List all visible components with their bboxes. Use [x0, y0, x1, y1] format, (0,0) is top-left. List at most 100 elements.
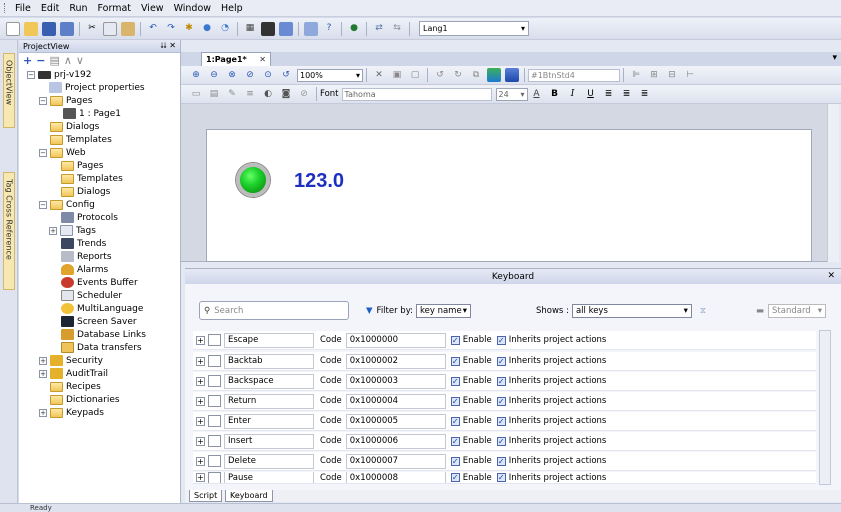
- key-name-field[interactable]: Escape: [224, 332, 314, 348]
- expand-icon[interactable]: +: [196, 473, 205, 482]
- key-name-field[interactable]: Enter: [224, 413, 314, 429]
- menu-file[interactable]: File: [10, 3, 36, 14]
- italic-icon[interactable]: I: [566, 87, 580, 101]
- key-image-icon[interactable]: [208, 355, 221, 367]
- zoom-height-icon[interactable]: ⊙: [261, 68, 275, 82]
- page-canvas[interactable]: [206, 129, 812, 262]
- monitor-icon[interactable]: [304, 21, 318, 36]
- tree-item-screen-saver[interactable]: Screen Saver: [61, 315, 137, 328]
- inherits-checkbox[interactable]: ✓: [496, 335, 506, 345]
- key-row[interactable]: + Backtab Code 0x1000002 ✓ Enable ✓ Inherits pr…: [193, 352, 816, 371]
- key-image-icon[interactable]: [208, 375, 221, 387]
- key-name-field[interactable]: Pause: [224, 472, 314, 483]
- underline-icon[interactable]: U: [584, 87, 598, 101]
- fill-color-icon[interactable]: [487, 68, 501, 82]
- style-select[interactable]: #1BtnStd4: [528, 68, 620, 82]
- key-row[interactable]: + Return Code 0x1000004 ✓ Enable ✓ Inherits pro…: [193, 392, 816, 411]
- copy-icon[interactable]: [103, 21, 117, 36]
- tree-item-dictionaries[interactable]: Dictionaries: [50, 393, 120, 406]
- key-code-field[interactable]: 0x1000008: [345, 472, 446, 483]
- undo-icon[interactable]: ↶: [146, 22, 160, 36]
- connect-icon[interactable]: ⇄: [372, 22, 386, 36]
- spacing-icon[interactable]: ⊢: [683, 68, 697, 82]
- tree-item-page1[interactable]: 1 : Page1: [63, 107, 121, 120]
- tree-item-web-pages[interactable]: Pages: [61, 159, 103, 172]
- key-row[interactable]: + Delete Code 0x1000007 ✓ Enable ✓ Inherits pro…: [193, 452, 816, 471]
- key-image-icon[interactable]: [208, 334, 221, 346]
- download-icon[interactable]: [279, 21, 293, 36]
- key-image-icon[interactable]: [208, 435, 221, 447]
- expand-icon[interactable]: +: [196, 416, 205, 426]
- key-row[interactable]: + Backspace Code 0x1000003 ✓ Enable ✓ Inherits …: [193, 372, 816, 391]
- add-icon[interactable]: +: [23, 54, 32, 67]
- tree-item-data-transfers[interactable]: Data transfers: [61, 341, 142, 354]
- new-file-icon[interactable]: [6, 21, 20, 36]
- tree-item-project-properties[interactable]: Project properties: [49, 81, 145, 94]
- enable-checkbox[interactable]: ✓: [450, 436, 460, 446]
- numeric-field[interactable]: 123.0: [294, 170, 344, 193]
- tag-xref-tab[interactable]: Tag Cross Reference: [3, 172, 15, 290]
- save-icon[interactable]: [42, 21, 56, 36]
- bold-icon[interactable]: B: [548, 87, 562, 101]
- move-up-icon[interactable]: ∧: [64, 54, 72, 67]
- close-icon[interactable]: ✕: [827, 271, 835, 281]
- key-name-field[interactable]: Backspace: [224, 373, 314, 389]
- run-icon[interactable]: ✱: [182, 22, 196, 36]
- cut-icon[interactable]: ✂: [85, 22, 99, 36]
- zoom-reset-icon[interactable]: ↺: [279, 68, 293, 82]
- language-select[interactable]: Lang1 ▾: [419, 21, 529, 36]
- tree-item-keypads[interactable]: + Keypads: [39, 406, 104, 419]
- globe-icon[interactable]: ●: [347, 22, 361, 36]
- filter-select[interactable]: key name ▾: [415, 304, 471, 318]
- key-name-field[interactable]: Insert: [224, 433, 314, 449]
- key-code-field[interactable]: 0x1000007: [345, 453, 446, 469]
- inherits-checkbox[interactable]: ✓: [496, 376, 506, 386]
- tab-keyboard[interactable]: Keyboard: [225, 490, 273, 502]
- enable-checkbox[interactable]: ✓: [450, 456, 460, 466]
- menu-window[interactable]: Window: [169, 3, 216, 14]
- properties-icon[interactable]: ▤: [49, 54, 59, 67]
- clear-filter-icon[interactable]: ⧖: [700, 306, 706, 316]
- grid-icon[interactable]: ▦: [243, 22, 257, 36]
- standard-select[interactable]: Standard ▾: [768, 304, 827, 318]
- tab-script[interactable]: Script: [189, 490, 223, 502]
- expand-icon[interactable]: +: [196, 376, 205, 386]
- collapse-icon[interactable]: −: [27, 70, 35, 79]
- enable-checkbox[interactable]: ✓: [450, 356, 460, 366]
- expand-icon[interactable]: +: [49, 226, 57, 235]
- tree-item-templates[interactable]: Templates: [50, 133, 112, 146]
- enable-checkbox[interactable]: ✓: [450, 335, 460, 345]
- key-code-field[interactable]: 0x1000000: [345, 332, 446, 348]
- remove-icon[interactable]: −: [36, 54, 45, 67]
- tree-item-recipes[interactable]: Recipes: [50, 380, 101, 393]
- zoom-in-icon[interactable]: ⊕: [189, 68, 203, 82]
- brush-icon[interactable]: ✎: [225, 87, 239, 101]
- tree-item-protocols[interactable]: Protocols: [61, 211, 118, 224]
- expand-icon[interactable]: +: [39, 369, 47, 378]
- search-input[interactable]: ⚲ Search: [199, 301, 349, 320]
- align-right-icon[interactable]: ≣: [638, 87, 652, 101]
- key-list-scrollbar[interactable]: [819, 330, 831, 485]
- key-image-icon[interactable]: [208, 415, 221, 427]
- key-image-icon[interactable]: [208, 455, 221, 467]
- enable-checkbox[interactable]: ✓: [450, 396, 460, 406]
- key-image-icon[interactable]: [208, 472, 221, 483]
- expand-icon[interactable]: +: [196, 456, 205, 466]
- menu-format[interactable]: Format: [93, 3, 136, 14]
- play-icon[interactable]: ●: [200, 22, 214, 36]
- inherits-checkbox[interactable]: ✓: [496, 436, 506, 446]
- tree-item-web[interactable]: − Web: [39, 146, 86, 159]
- save-all-icon[interactable]: [60, 21, 74, 36]
- tree-item-events-buffer[interactable]: Events Buffer: [61, 276, 138, 289]
- help-icon[interactable]: ?: [322, 22, 336, 36]
- tree-item-web-templates[interactable]: Templates: [61, 172, 123, 185]
- device-icon[interactable]: [261, 21, 275, 36]
- tab-page1[interactable]: 1:Page1* ✕: [201, 52, 271, 66]
- line-style-icon[interactable]: ≡: [243, 87, 257, 101]
- collapse-icon[interactable]: −: [39, 200, 47, 209]
- align-left-icon[interactable]: ≣: [602, 87, 616, 101]
- key-name-field[interactable]: Backtab: [224, 353, 314, 369]
- chevron-down-icon[interactable]: ▾: [832, 53, 837, 63]
- inherits-checkbox[interactable]: ✓: [496, 356, 506, 366]
- expand-icon[interactable]: +: [196, 396, 205, 406]
